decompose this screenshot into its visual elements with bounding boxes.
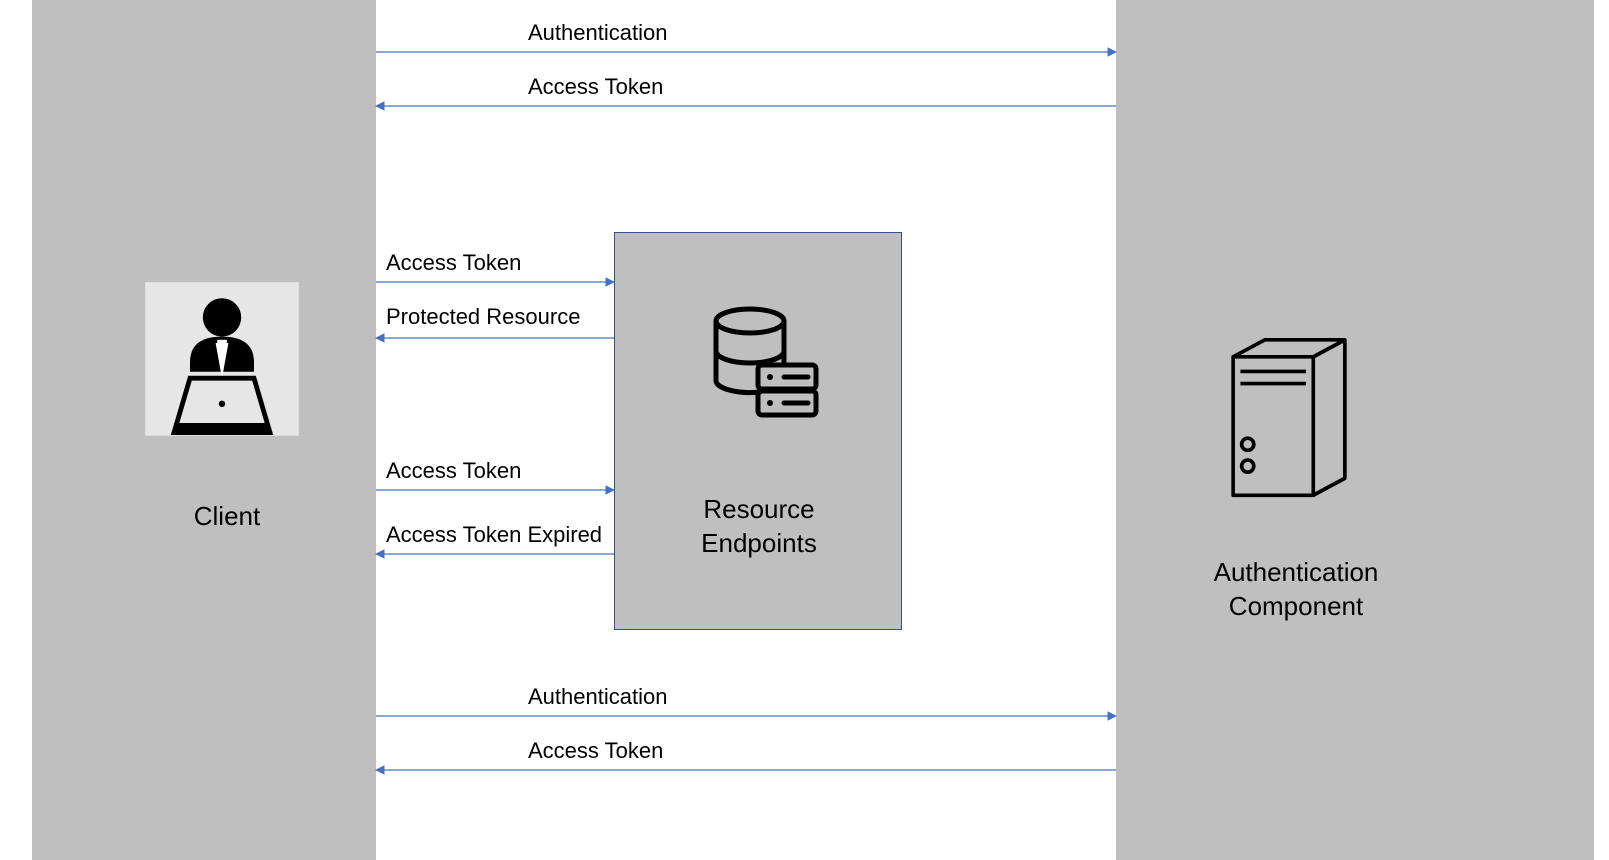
server-icon — [1228, 335, 1350, 505]
resource-box: Resource Endpoints — [614, 232, 902, 630]
label-auth-bottom: Authentication — [528, 684, 667, 710]
auth-panel: Authentication Component — [1116, 0, 1594, 860]
resource-label-line1: Resource — [703, 494, 814, 524]
resource-label: Resource Endpoints — [701, 493, 817, 561]
auth-label-line2: Component — [1229, 591, 1363, 621]
label-auth-top: Authentication — [528, 20, 667, 46]
label-token-bottom: Access Token — [528, 738, 663, 764]
resource-icon — [700, 303, 820, 423]
label-token-res2: Access Token — [386, 458, 521, 484]
auth-label-line1: Authentication — [1214, 557, 1379, 587]
resource-label-line2: Endpoints — [701, 528, 817, 558]
client-panel: Client — [32, 0, 376, 860]
label-token-res1: Access Token — [386, 250, 521, 276]
label-token-top: Access Token — [528, 74, 663, 100]
auth-label: Authentication Component — [1214, 556, 1379, 624]
client-icon — [142, 279, 302, 439]
label-token-expired: Access Token Expired — [386, 522, 602, 548]
label-protected-res: Protected Resource — [386, 304, 580, 330]
client-label: Client — [194, 500, 260, 534]
